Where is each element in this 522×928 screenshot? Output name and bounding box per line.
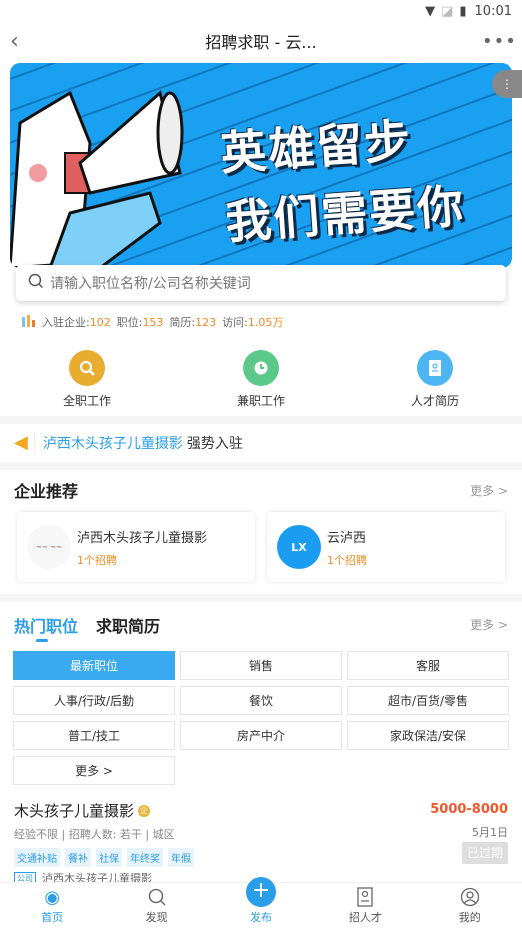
clock: 10:01 bbox=[474, 3, 512, 19]
search-placeholder: 请输入职位名称/公司名称关键词 bbox=[50, 276, 251, 292]
more-icon: ••• bbox=[482, 30, 517, 52]
job-tag: 社保 bbox=[96, 848, 122, 867]
company-cards: ~~ ~~ 泸西木头孩子儿童摄影 1个招聘 LX 云泸西 1个招聘 bbox=[17, 512, 505, 582]
category-latest[interactable]: 最新职位 bbox=[13, 651, 175, 680]
category-housekeeping[interactable]: 家政保洁/安保 bbox=[347, 721, 509, 750]
bottom-tab-bar: ◉ 首页 发现 + 发布 招人才 我的 bbox=[0, 877, 522, 928]
tab-hot-jobs[interactable]: 热门职位 bbox=[14, 613, 78, 642]
section-title: 企业推荐 bbox=[14, 482, 79, 501]
job-tag: 年终奖 bbox=[127, 848, 163, 867]
tab-resumes[interactable]: 求职简历 bbox=[96, 613, 160, 637]
quick-entries: 全职工作 兼职工作 人才简历 bbox=[0, 350, 522, 409]
status-bar: ▼ ◪ ▮ 10:01 bbox=[0, 0, 522, 22]
back-icon: ‹ bbox=[10, 28, 19, 54]
tab-home[interactable]: ◉ 首页 bbox=[12, 887, 92, 925]
category-catering[interactable]: 餐饮 bbox=[180, 686, 342, 715]
company-logo: ~~ ~~ bbox=[27, 525, 71, 569]
user-icon bbox=[460, 887, 480, 909]
job-meta: 经验不限 | 招聘人数: 若干 | 城区 bbox=[14, 828, 175, 841]
entry-parttime[interactable]: 兼职工作 bbox=[201, 350, 321, 409]
notice-company-link[interactable]: 泸西木头孩子儿童摄影 bbox=[43, 433, 183, 453]
category-hr-admin[interactable]: 人事/行政/后勤 bbox=[13, 686, 175, 715]
jobs-more: 更多 > bbox=[470, 616, 508, 633]
divider bbox=[0, 462, 522, 470]
search-icon bbox=[28, 273, 44, 293]
resume-icon bbox=[417, 350, 453, 386]
stat-resumes: 简历:123 bbox=[169, 316, 217, 329]
tab-publish[interactable]: + 发布 bbox=[221, 877, 301, 925]
companies-more-link[interactable]: 更多 > bbox=[470, 482, 508, 499]
clock-icon bbox=[243, 350, 279, 386]
tab-mine[interactable]: 我的 bbox=[430, 887, 510, 925]
banner-headline: 英雄留步 bbox=[218, 113, 414, 181]
expired-badge: 已过期 bbox=[462, 842, 508, 864]
job-tags: 交通补贴 餐补 社保 年终奖 年假 bbox=[14, 848, 508, 867]
home-icon: ◉ bbox=[44, 887, 61, 908]
more-menu-button[interactable]: ••• bbox=[482, 31, 516, 52]
nav-bar: ‹ 招聘求职 - 云... ••• bbox=[0, 22, 522, 60]
job-list-item[interactable]: 木头孩子儿童摄影企 经验不限 | 招聘人数: 若干 | 城区 交通补贴 餐补 社… bbox=[14, 800, 508, 886]
divider bbox=[0, 416, 522, 424]
mascot-megaphone-image bbox=[10, 90, 184, 268]
search-icon bbox=[69, 350, 105, 386]
cloud-logo-icon: LX bbox=[277, 525, 321, 569]
plus-icon: + bbox=[245, 877, 276, 907]
stats-bar: 入驻企业:102 职位:153 简历:123 访问:1.05万 bbox=[22, 314, 283, 330]
category-worker[interactable]: 普工/技工 bbox=[13, 721, 175, 750]
job-tag: 餐补 bbox=[65, 848, 91, 867]
entry-fulltime[interactable]: 全职工作 bbox=[27, 350, 147, 409]
company-card[interactable]: LX 云泸西 1个招聘 bbox=[267, 512, 505, 582]
floating-menu-button[interactable]: ⋮ bbox=[492, 70, 522, 98]
jobs-tabs: 热门职位 求职简历 bbox=[14, 613, 160, 642]
tab-talent[interactable]: 招人才 bbox=[325, 887, 405, 925]
job-date: 5月1日 bbox=[472, 826, 508, 839]
page-title: 招聘求职 - 云... bbox=[205, 33, 317, 52]
job-title: 木头孩子儿童摄影 bbox=[14, 802, 135, 820]
category-service[interactable]: 客服 bbox=[347, 651, 509, 680]
job-tag: 交通补贴 bbox=[14, 848, 60, 867]
company-section-header: 企业推荐 更多 > bbox=[14, 478, 508, 502]
category-sales[interactable]: 销售 bbox=[180, 651, 342, 680]
category-realestate[interactable]: 房产中介 bbox=[180, 721, 342, 750]
notice-bar[interactable]: ◀︎ 泸西木头孩子儿童摄影 强势入驻 bbox=[0, 425, 522, 460]
category-retail[interactable]: 超市/百货/零售 bbox=[347, 686, 509, 715]
stat-companies: 入驻企业:102 bbox=[42, 316, 111, 329]
stat-jobs: 职位:153 bbox=[116, 316, 164, 329]
stat-visits: 访问:1.05万 bbox=[222, 316, 284, 329]
category-more[interactable]: 更多 > bbox=[13, 756, 175, 785]
back-button[interactable]: ‹ bbox=[10, 29, 40, 54]
jobs-more-link[interactable]: 更多 > bbox=[470, 616, 508, 633]
bar-chart-icon bbox=[22, 314, 36, 330]
divider bbox=[0, 594, 522, 602]
signal-icon: ◪ bbox=[441, 3, 454, 19]
search-input[interactable]: 请输入职位名称/公司名称关键词 bbox=[16, 265, 506, 301]
job-salary: 5000-8000 bbox=[430, 802, 508, 817]
wifi-icon: ▼ bbox=[425, 3, 436, 19]
battery-icon: ▮ bbox=[459, 3, 467, 19]
verified-company-icon: 企 bbox=[138, 804, 151, 817]
job-tag: 年假 bbox=[168, 848, 194, 867]
entry-resumes[interactable]: 人才简历 bbox=[375, 350, 495, 409]
company-card[interactable]: ~~ ~~ 泸西木头孩子儿童摄影 1个招聘 bbox=[17, 512, 255, 582]
notice-text: 强势入驻 bbox=[186, 435, 243, 452]
category-grid: 最新职位 销售 客服 人事/行政/后勤 餐饮 超市/百货/零售 普工/技工 房产… bbox=[13, 651, 509, 785]
speaker-icon: ◀︎ bbox=[14, 432, 35, 453]
resume-icon bbox=[357, 887, 374, 909]
banner[interactable]: 英雄留步 我们需要你 bbox=[10, 63, 512, 268]
tab-discover[interactable]: 发现 bbox=[117, 887, 197, 925]
search-icon bbox=[147, 887, 167, 909]
